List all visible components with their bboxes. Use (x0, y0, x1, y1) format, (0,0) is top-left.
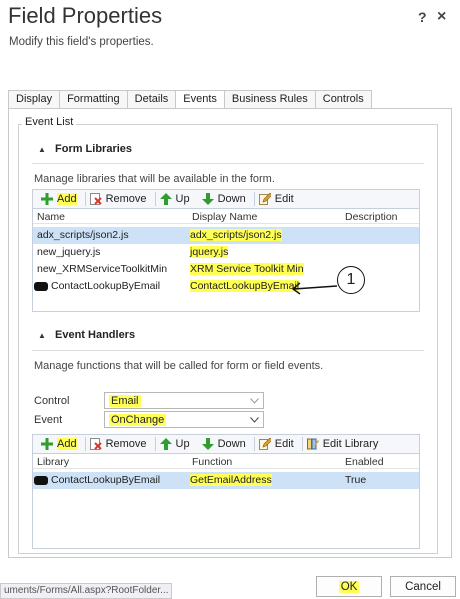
edit-label: Edit (274, 193, 294, 205)
status-url: uments/Forms/All.aspx?RootFolder... (0, 583, 172, 599)
edit-handler-button[interactable]: Edit (255, 435, 302, 453)
grid-header: Name Display Name Description (33, 209, 419, 224)
add-library-button[interactable]: Add (37, 190, 85, 208)
control-select[interactable]: Email (104, 392, 264, 409)
tab-display[interactable]: Display (8, 90, 61, 109)
column-header-display-name[interactable]: Display Name (192, 211, 257, 223)
arrow-up-icon (159, 193, 172, 205)
library-display-name: jquery.js (190, 246, 229, 258)
handler-enabled: True (345, 474, 367, 486)
library-icon (306, 438, 319, 450)
library-display-name: ContactLookupByEmail (190, 280, 300, 292)
add-handler-button[interactable]: Add (37, 435, 85, 453)
event-handlers-description: Manage functions that will be called for… (34, 360, 324, 372)
dialog-subtitle: Modify this field's properties. (9, 36, 154, 48)
column-header-enabled[interactable]: Enabled (345, 456, 384, 468)
move-down-button[interactable]: Down (198, 435, 254, 453)
event-select[interactable]: OnChange (104, 411, 264, 428)
tab-details[interactable]: Details (126, 90, 177, 109)
handler-library: ContactLookupByEmail (51, 474, 161, 486)
edit-icon (258, 193, 271, 205)
library-row[interactable]: new_jquery.js jquery.js (33, 244, 419, 261)
remove-handler-button[interactable]: Remove (86, 435, 155, 453)
event-handlers-header[interactable]: Event Handlers (55, 329, 135, 341)
up-label: Up (175, 193, 190, 205)
library-name: ContactLookupByEmail (51, 280, 161, 292)
tab-strip: Display Formatting Details Events Busine… (8, 90, 372, 110)
library-name: new_jquery.js (37, 246, 101, 258)
collapse-triangle-icon[interactable]: ▲ (38, 145, 46, 154)
section-divider (32, 350, 424, 351)
down-label: Down (217, 438, 246, 450)
chevron-down-icon (250, 397, 259, 404)
remove-icon (89, 193, 102, 205)
column-header-description[interactable]: Description (345, 211, 398, 223)
event-label: Event (34, 414, 63, 426)
control-value: Email (109, 394, 141, 407)
chevron-down-icon (250, 416, 259, 423)
tab-formatting[interactable]: Formatting (59, 90, 128, 109)
column-header-function[interactable]: Function (192, 456, 232, 468)
help-icon[interactable]: ? (418, 9, 427, 25)
event-list-legend: Event List (22, 116, 77, 128)
column-header-library[interactable]: Library (37, 456, 69, 468)
form-libraries-header[interactable]: Form Libraries (55, 143, 132, 155)
redaction-scribble (34, 282, 48, 291)
edit-library-label: Edit Library (322, 438, 379, 450)
dialog-title: Field Properties (8, 3, 163, 28)
tab-controls[interactable]: Controls (314, 90, 372, 109)
move-down-button[interactable]: Down (198, 190, 254, 208)
tab-events[interactable]: Events (175, 90, 225, 110)
form-libraries-toolbar: Add Remove Up Down Edit (32, 189, 420, 209)
remove-library-button[interactable]: Remove (86, 190, 155, 208)
event-handlers-toolbar: Add Remove Up Down Edit Edit Library (32, 434, 420, 454)
form-libraries-grid: Name Display Name Description adx_script… (32, 209, 420, 312)
handler-function: GetEmailAddress (190, 474, 272, 486)
library-name: new_XRMServiceToolkitMin (37, 263, 168, 275)
edit-library-button[interactable]: Edit Library (303, 435, 387, 453)
remove-label: Remove (105, 193, 147, 205)
form-libraries-description: Manage libraries that will be available … (34, 173, 275, 185)
redaction-scribble (34, 476, 48, 485)
library-name: adx_scripts/json2.js (37, 229, 129, 241)
annotation-arrow-icon (291, 282, 338, 295)
handler-row[interactable]: ContactLookupByEmail GetEmailAddress Tru… (33, 472, 419, 489)
ok-label: OK (338, 580, 360, 593)
remove-icon (89, 438, 102, 450)
ok-button[interactable]: OK (316, 576, 382, 597)
grid-header: Library Function Enabled (33, 454, 419, 469)
move-up-button[interactable]: Up (156, 435, 198, 453)
arrow-down-icon (201, 193, 214, 205)
edit-library-button[interactable]: Edit (255, 190, 302, 208)
remove-label: Remove (105, 438, 147, 450)
library-display-name: adx_scripts/json2.js (190, 229, 282, 241)
edit-label: Edit (274, 438, 294, 450)
arrow-down-icon (201, 438, 214, 450)
column-header-name[interactable]: Name (37, 211, 65, 223)
add-icon (41, 438, 53, 450)
library-display-name: XRM Service Toolkit Min (190, 263, 304, 275)
event-handlers-grid: Library Function Enabled ContactLookupBy… (32, 454, 420, 549)
close-icon[interactable]: × (437, 8, 446, 26)
collapse-triangle-icon[interactable]: ▲ (38, 331, 46, 340)
cancel-button[interactable]: Cancel (390, 576, 456, 597)
control-label: Control (34, 395, 70, 407)
up-label: Up (175, 438, 190, 450)
section-divider (32, 163, 424, 164)
library-row[interactable]: adx_scripts/json2.js adx_scripts/json2.j… (33, 227, 419, 244)
move-up-button[interactable]: Up (156, 190, 198, 208)
add-label: Add (57, 193, 77, 205)
annotation-circle: 1 (337, 266, 365, 294)
add-icon (41, 193, 53, 205)
arrow-up-icon (159, 438, 172, 450)
event-value: OnChange (109, 413, 167, 426)
add-label: Add (57, 438, 77, 450)
tab-business-rules[interactable]: Business Rules (223, 90, 316, 109)
down-label: Down (217, 193, 246, 205)
edit-icon (258, 438, 271, 450)
